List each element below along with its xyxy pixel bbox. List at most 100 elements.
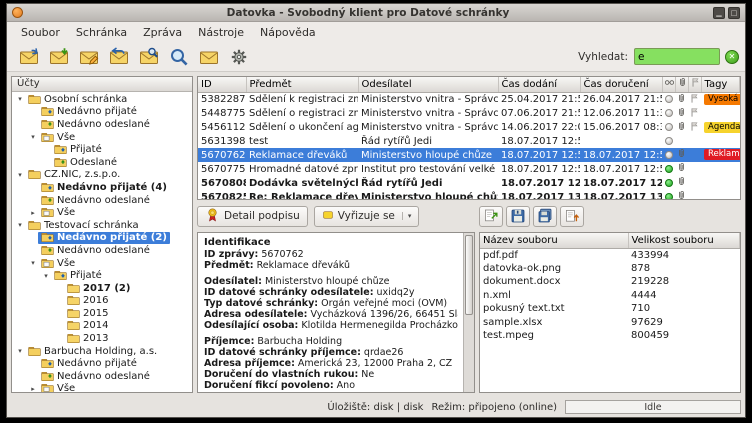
cell-read-status (662, 190, 675, 200)
tree-item-prijate[interactable]: Přijaté (12, 143, 192, 156)
download-messages-button[interactable] (45, 44, 73, 70)
expander-icon[interactable]: ▾ (15, 95, 25, 103)
tree-item-nedavno-odeslane[interactable]: Nedávno odeslané (12, 244, 192, 257)
upload-icon (564, 208, 580, 224)
tree-item-label: Vše (57, 383, 75, 392)
tree-item-vse[interactable]: ▸Vše (12, 206, 192, 219)
column-header-flag-icon[interactable] (688, 77, 701, 92)
tree-item-testovaci-schranka[interactable]: ▾ Testovací schránka (12, 219, 192, 232)
close-button[interactable] (12, 7, 23, 18)
message-row-5631398[interactable]: 5631398testŘád rytířů Jedi18.07.2017 12:… (198, 135, 740, 149)
menu-nastroje[interactable]: Nástroje (190, 24, 252, 41)
progress-bar: Idle (565, 400, 741, 414)
tree-item-odeslane[interactable]: Odeslané (12, 156, 192, 169)
attachment-row-pdf-pdf[interactable]: pdf.pdf433994 (480, 248, 740, 262)
expander-icon[interactable]: ▾ (15, 347, 25, 355)
message-row-5670825[interactable]: 5670825Re: Reklamace dřevákůMinisterstvo… (198, 190, 740, 200)
upload-attachment-button[interactable] (560, 206, 584, 227)
column-header-attachment-icon[interactable] (675, 77, 688, 92)
reply-button[interactable] (105, 44, 133, 70)
tree-item-barbucha-holding-a-s[interactable]: ▾Barbucha Holding, a.s. (12, 345, 192, 358)
gear-icon (229, 47, 249, 67)
settings-button[interactable] (225, 44, 253, 70)
cell-subject: Hromadné datové zprávy (246, 162, 358, 176)
tree-item-label: Nedávno odeslané (57, 371, 150, 382)
message-row-5382287[interactable]: 5382287Sdělení k registraci změny ...Min… (198, 92, 740, 107)
read-status-icon (665, 151, 673, 159)
message-row-5670808[interactable]: 5670808Dodávka světelných mečůŘád rytířů… (198, 176, 740, 190)
sync-all-accounts-button[interactable] (15, 44, 43, 70)
read-status-icon (665, 137, 673, 145)
detail-scrollbar[interactable] (463, 233, 474, 392)
tree-item-nedavno-prijate[interactable]: Nedávno přijaté (12, 106, 192, 119)
message-state-dropdown[interactable]: Vyřizuje se ▾ (314, 206, 420, 227)
clear-search-button[interactable]: ✕ (725, 50, 739, 64)
tree-item-nedavno-odeslane[interactable]: Nedávno odeslané (12, 370, 192, 383)
expander-icon[interactable]: ▾ (28, 133, 38, 141)
tree-item-cz-nic-z-s-p-o[interactable]: ▾CZ.NIC, z.s.p.o. (12, 169, 192, 182)
tree-item-2013[interactable]: 2013 (12, 332, 192, 345)
menu-zprava[interactable]: Zpráva (135, 24, 190, 41)
detail-scrollbar-thumb[interactable] (465, 235, 473, 315)
signature-detail-button[interactable]: Detail podpisu (197, 206, 308, 227)
tree-item-2016[interactable]: 2016 (12, 295, 192, 308)
menu-soubor[interactable]: Soubor (13, 24, 68, 41)
menu-napoveda[interactable]: Nápověda (252, 24, 324, 41)
save-attachment-button[interactable] (506, 206, 530, 227)
tree-item-vse[interactable]: ▸ Vše (12, 383, 192, 392)
create-message-button[interactable] (75, 44, 103, 70)
column-header-cas-doruceni[interactable]: Čas doručení (580, 77, 662, 92)
column-header-tagy[interactable]: Tagy (701, 77, 740, 92)
expander-icon[interactable]: ▸ (28, 385, 38, 392)
attachment-row-n-xml[interactable]: n.xml4444 (480, 289, 740, 303)
tree-item-nedavno-odeslane[interactable]: Nedávno odeslané (12, 118, 192, 131)
column-header-cas-dodani[interactable]: Čas dodání (498, 77, 580, 92)
column-header-id[interactable]: ID (198, 77, 246, 92)
attachment-row-datovka-ok-png[interactable]: datovka-ok.png878 (480, 262, 740, 276)
tree-item-vse[interactable]: ▾Vše (12, 257, 192, 270)
save-all-attachments-button[interactable] (533, 206, 557, 227)
attachment-row-test-mpeg[interactable]: test.mpeg800459 (480, 329, 740, 343)
all-folder-icon (41, 131, 54, 144)
attachment-row-dokument-docx[interactable]: dokument.docx219228 (480, 275, 740, 289)
search-messages-button[interactable] (165, 44, 193, 70)
inbox-folder-icon (54, 143, 67, 156)
verify-message-button[interactable] (135, 44, 163, 70)
message-row-5448775[interactable]: 5448775Sdělení o registraci změny ...Min… (198, 107, 740, 121)
tree-item-nedavno-odeslane[interactable]: Nedávno odeslané (12, 194, 192, 207)
menu-schranka[interactable]: Schránka (68, 24, 135, 41)
column-header-predmet[interactable]: Předmět (246, 77, 358, 92)
column-header-read-status-icon[interactable] (662, 77, 675, 92)
tree-item-2015[interactable]: 2015 (12, 307, 192, 320)
cell-tags (701, 162, 740, 176)
open-attachment-button[interactable] (479, 206, 503, 227)
search-input[interactable] (634, 48, 720, 65)
tree-item-2014[interactable]: 2014 (12, 320, 192, 333)
attachment-row-pokusny-text-txt[interactable]: pokusný text.txt710 (480, 302, 740, 316)
attachment-column-nazev-souboru[interactable]: Název souboru (480, 233, 628, 248)
correspondence-overview-button[interactable] (195, 44, 223, 70)
attachment-column-velikost-souboru[interactable]: Velikost souboru (628, 233, 740, 248)
attachment-row-sample-xlsx[interactable]: sample.xlsx97629 (480, 316, 740, 330)
message-row-5456112[interactable]: 5456112Sdělení o ukončení agendyMinister… (198, 121, 740, 135)
maximize-button[interactable]: □ (728, 7, 740, 19)
cell-id: 5382287 (198, 92, 246, 107)
cell-attachment (675, 135, 688, 149)
tree-item-vse[interactable]: ▾Vše (12, 131, 192, 144)
tree-item-label: Testovací schránka (44, 220, 139, 231)
expander-icon[interactable]: ▾ (28, 259, 38, 267)
tree-item-nedavno-prijate[interactable]: Nedávno přijaté (12, 357, 192, 370)
expander-icon[interactable]: ▾ (15, 221, 25, 229)
column-header-odesilatel[interactable]: Odesílatel (358, 77, 498, 92)
message-row-5670775[interactable]: 5670775Hromadné datové zprávyInstitut pr… (198, 162, 740, 176)
tree-item-nedavno-prijate-4[interactable]: Nedávno přijaté (4) (12, 181, 192, 194)
tree-item-osobni-schranka[interactable]: ▾Osobní schránka (12, 93, 192, 106)
minimize-button[interactable]: ▁ (713, 7, 725, 19)
tree-item-2017-2[interactable]: 2017 (2) (12, 282, 192, 295)
tree-item-nedavno-prijate-2[interactable]: Nedávno přijaté (2) (12, 232, 192, 245)
tree-item-prijate[interactable]: ▾Přijaté (12, 269, 192, 282)
expander-icon[interactable]: ▸ (28, 209, 38, 217)
expander-icon[interactable]: ▾ (41, 272, 51, 280)
expander-icon[interactable]: ▾ (15, 171, 25, 179)
message-row-5670762[interactable]: 5670762Reklamace dřevákůMinisterstvo hlo… (198, 148, 740, 162)
